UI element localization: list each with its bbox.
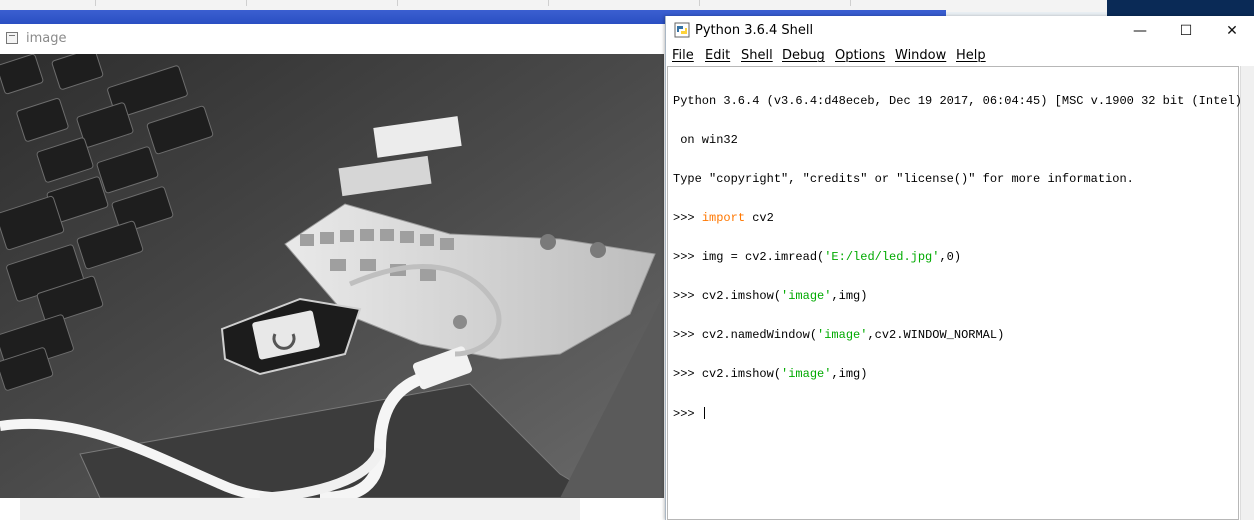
input-line[interactable]: >>> xyxy=(673,407,1249,421)
command-line: >>> cv2.namedWindow('image',cv2.WINDOW_N… xyxy=(673,329,1249,342)
code-text: cv2 xyxy=(745,211,774,225)
prompt: >>> xyxy=(673,250,702,264)
close-icon: ✕ xyxy=(1226,23,1238,39)
code-text: ,0) xyxy=(939,250,962,264)
window-icon xyxy=(6,32,18,44)
photo-rendering xyxy=(0,54,664,498)
shell-title: Python 3.6.4 Shell xyxy=(695,23,814,38)
python-icon xyxy=(674,22,690,38)
string-literal: 'E:/led/led.jpg' xyxy=(824,250,940,264)
maximize-icon: ☐ xyxy=(1179,23,1193,39)
menu-options[interactable]: Options xyxy=(835,48,885,63)
command-line: >>> cv2.imshow('image',img) xyxy=(673,368,1249,381)
prompt: >>> xyxy=(673,407,702,421)
close-button[interactable]: ✕ xyxy=(1209,16,1254,46)
code-text: img = cv2.imread( xyxy=(701,250,825,264)
code-text: cv2.imshow( xyxy=(701,367,782,381)
command-line: >>> import cv2 xyxy=(673,212,1249,225)
command-line: >>> img = cv2.imread('E:/led/led.jpg',0) xyxy=(673,251,1249,264)
string-literal: 'image' xyxy=(817,328,868,342)
background-tab xyxy=(700,0,851,6)
background-tab xyxy=(247,0,398,6)
keyword: import xyxy=(701,211,746,225)
background-tab xyxy=(398,0,549,6)
prompt: >>> xyxy=(673,289,702,303)
prompt: >>> xyxy=(673,328,702,342)
shell-titlebar[interactable]: Python 3.6.4 Shell — ☐ ✕ xyxy=(666,16,1254,46)
banner-line: Python 3.6.4 (v3.6.4:d48eceb, Dec 19 201… xyxy=(673,94,1250,108)
shell-output: Python 3.6.4 (v3.6.4:d48eceb, Dec 19 201… xyxy=(673,69,1249,446)
code-text: cv2.namedWindow( xyxy=(701,328,818,342)
string-literal: 'image' xyxy=(781,289,832,303)
background-editor-line xyxy=(20,498,580,520)
image-window-title: image xyxy=(26,31,67,46)
image-window-titlebar[interactable]: image xyxy=(0,24,664,55)
grayscale-photo-laptop-led-board xyxy=(0,54,664,498)
python-shell-window: Python 3.6.4 Shell — ☐ ✕ File Edit Shell… xyxy=(665,16,1254,520)
code-text: ,img) xyxy=(831,367,868,381)
string-literal: 'image' xyxy=(781,367,832,381)
maximize-button[interactable]: ☐ xyxy=(1163,16,1209,46)
menu-help[interactable]: Help xyxy=(956,48,986,63)
background-tab xyxy=(0,0,96,6)
shell-text-area[interactable]: Python 3.6.4 (v3.6.4:d48eceb, Dec 19 201… xyxy=(667,66,1249,520)
code-text: ,cv2.WINDOW_NORMAL) xyxy=(867,328,1005,342)
prompt: >>> xyxy=(673,211,702,225)
menu-debug[interactable]: Debug xyxy=(782,48,825,63)
command-line: >>> cv2.imshow('image',img) xyxy=(673,290,1249,303)
shell-menubar: File Edit Shell Debug Options Window Hel… xyxy=(666,46,1254,66)
vertical-scrollbar[interactable] xyxy=(1240,66,1254,520)
opencv-image-window: image xyxy=(0,24,664,520)
background-editor-strip xyxy=(0,498,664,520)
menu-window[interactable]: Window xyxy=(895,48,946,63)
background-tab xyxy=(549,0,700,6)
board-hole xyxy=(540,234,556,250)
board-hole xyxy=(590,242,606,258)
minimize-icon: — xyxy=(1133,23,1147,39)
menu-shell[interactable]: Shell xyxy=(741,48,773,63)
code-text: ,img) xyxy=(831,289,868,303)
board-hole xyxy=(453,315,467,329)
banner-line: Type "copyright", "credits" or "license(… xyxy=(673,172,1134,186)
code-text: cv2.imshow( xyxy=(701,289,782,303)
menu-edit[interactable]: Edit xyxy=(705,48,730,63)
banner-line: on win32 xyxy=(673,133,738,147)
menu-file[interactable]: File xyxy=(672,48,694,63)
minimize-button[interactable]: — xyxy=(1117,16,1163,46)
prompt: >>> xyxy=(673,367,702,381)
background-tab xyxy=(96,0,247,6)
text-cursor xyxy=(703,407,705,419)
